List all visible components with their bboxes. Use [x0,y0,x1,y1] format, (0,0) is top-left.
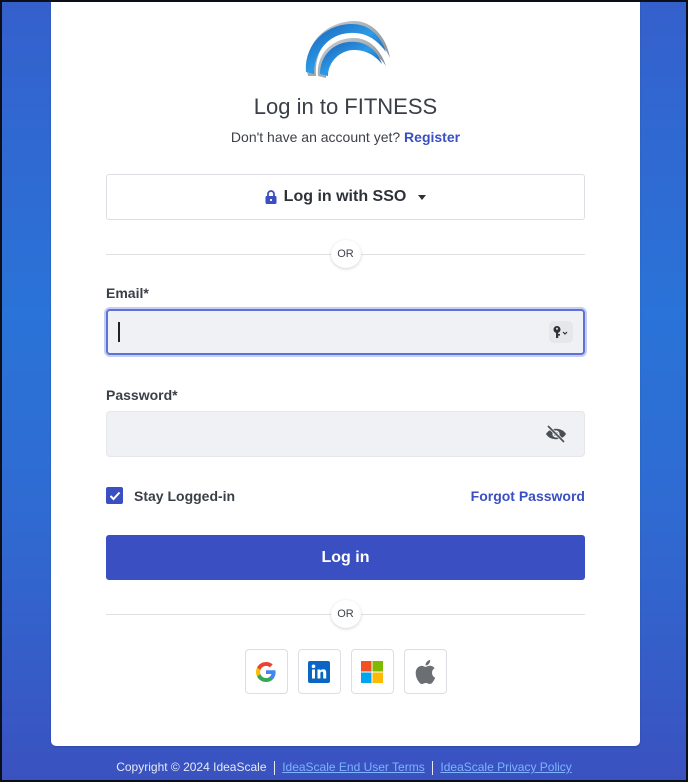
footer-separator [432,760,434,775]
lock-icon [265,190,277,204]
stay-logged-in-label[interactable]: Stay Logged-in [134,488,235,504]
or-divider-social: OR [106,600,585,628]
copyright-text: Copyright © 2024 IdeaScale [116,760,267,774]
password-label: Password* [106,387,178,403]
register-link[interactable]: Register [404,129,460,145]
footer: Copyright © 2024 IdeaScale IdeaScale End… [0,760,688,775]
or-label: OR [330,600,361,628]
microsoft-icon [361,660,383,683]
forgot-password-link[interactable]: Forgot Password [471,488,585,504]
microsoft-login-button[interactable] [350,649,394,694]
password-field[interactable] [106,411,585,457]
fitness-logo [305,21,390,78]
privacy-link[interactable]: IdeaScale Privacy Policy [440,760,571,774]
key-icon [553,326,568,338]
linkedin-icon [308,660,330,683]
email-label: Email* [106,285,149,301]
social-login-row [51,649,640,694]
text-cursor [118,322,120,342]
register-prompt-text: Don't have an account yet? [230,129,401,145]
google-login-button[interactable] [244,649,288,694]
caret-down-icon [418,194,427,200]
or-divider: OR [106,240,585,268]
apple-login-button[interactable] [403,649,447,694]
google-icon [256,661,276,682]
linkedin-login-button[interactable] [297,649,341,694]
login-card: Log in to FITNESS Don't have an account … [51,0,640,746]
eye-slash-icon[interactable] [545,424,567,444]
sso-login-button[interactable]: Log in with SSO [106,174,585,220]
password-manager-button[interactable] [549,321,573,343]
terms-link[interactable]: IdeaScale End User Terms [282,760,425,774]
page-title: Log in to FITNESS [253,94,438,119]
stay-logged-in-checkbox[interactable] [106,487,123,504]
apple-icon [415,659,436,684]
footer-separator [273,760,275,775]
checkmark-icon [109,491,120,500]
email-field[interactable] [106,309,585,355]
or-label: OR [330,240,361,268]
sso-login-label: Log in with SSO [283,188,407,205]
register-prompt: Don't have an account yet? Register [51,129,640,145]
login-button[interactable]: Log in [106,535,585,580]
